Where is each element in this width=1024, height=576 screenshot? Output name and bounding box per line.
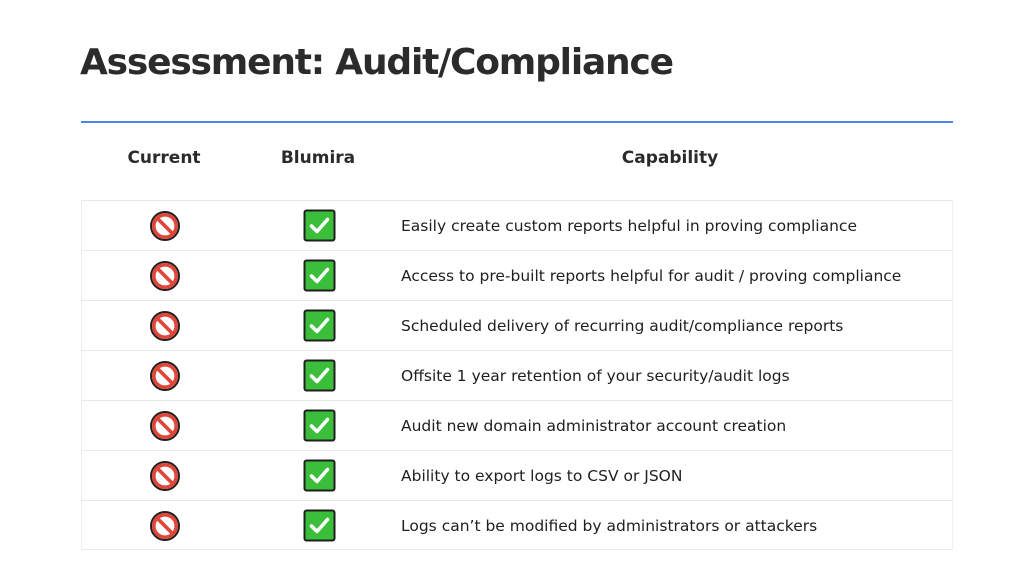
prohibited-icon bbox=[148, 359, 182, 393]
check-icon bbox=[303, 459, 336, 492]
table-row: Access to pre-built reports helpful for … bbox=[81, 250, 953, 300]
prohibited-icon bbox=[148, 259, 182, 293]
check-icon bbox=[303, 409, 336, 442]
title-divider bbox=[81, 121, 953, 123]
header-blumira: Blumira bbox=[280, 148, 356, 168]
prohibited-icon bbox=[148, 309, 182, 343]
capability-text: Logs can’t be modified by administrators… bbox=[401, 517, 818, 535]
slide-title: Assessment: Audit/Compliance bbox=[80, 42, 674, 83]
slide: Assessment: Audit/Compliance Current Blu… bbox=[0, 0, 1024, 576]
check-icon bbox=[303, 309, 336, 342]
table-row: Audit new domain administrator account c… bbox=[81, 400, 953, 450]
prohibited-icon bbox=[148, 209, 182, 243]
comparison-table: Easily create custom reports helpful in … bbox=[81, 200, 953, 550]
table-row: Ability to export logs to CSV or JSON bbox=[81, 450, 953, 500]
capability-text: Offsite 1 year retention of your securit… bbox=[401, 367, 790, 385]
prohibited-icon bbox=[148, 459, 182, 493]
header-capability: Capability bbox=[621, 148, 719, 168]
table-row: Scheduled delivery of recurring audit/co… bbox=[81, 300, 953, 350]
check-icon bbox=[303, 509, 336, 542]
prohibited-icon bbox=[148, 509, 182, 543]
header-current: Current bbox=[127, 148, 201, 168]
capability-text: Ability to export logs to CSV or JSON bbox=[401, 467, 683, 485]
prohibited-icon bbox=[148, 409, 182, 443]
capability-text: Easily create custom reports helpful in … bbox=[401, 217, 857, 235]
check-icon bbox=[303, 359, 336, 392]
capability-text: Access to pre-built reports helpful for … bbox=[401, 267, 902, 285]
table-row: Logs can’t be modified by administrators… bbox=[81, 500, 953, 550]
check-icon bbox=[303, 259, 336, 292]
check-icon bbox=[303, 209, 336, 242]
table-row: Easily create custom reports helpful in … bbox=[81, 200, 953, 250]
capability-text: Scheduled delivery of recurring audit/co… bbox=[401, 317, 844, 335]
table-row: Offsite 1 year retention of your securit… bbox=[81, 350, 953, 400]
capability-text: Audit new domain administrator account c… bbox=[401, 417, 787, 435]
